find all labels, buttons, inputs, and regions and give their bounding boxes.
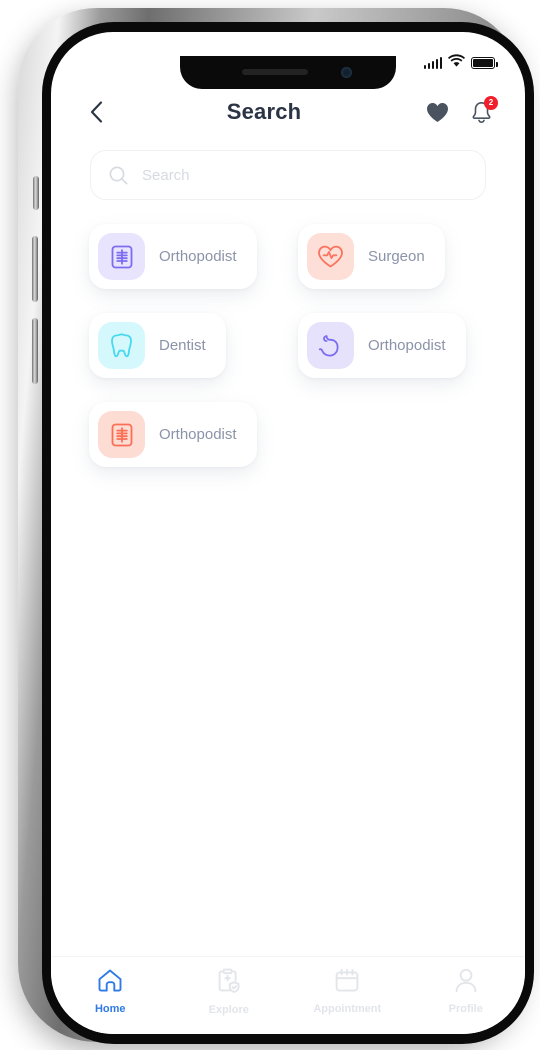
header-actions: 2	[423, 96, 498, 126]
xray-scan-icon	[98, 233, 145, 280]
category-label: Orthopodist	[159, 426, 237, 443]
page-title: Search	[226, 99, 302, 124]
category-cell: Orthopodist	[79, 402, 288, 491]
category-grid: Orthopodist Surgeon Dentist Orthopodist Orth…	[51, 224, 525, 491]
nav-label: Profile	[448, 1003, 483, 1015]
clipboard-shield-icon	[216, 968, 241, 999]
category-card[interactable]: Dentist	[89, 313, 226, 378]
xray-scan-icon	[98, 411, 145, 458]
chevron-left-icon	[90, 101, 102, 123]
category-label: Orthopodist	[159, 248, 237, 265]
nav-item-appointment[interactable]: Appointment	[288, 968, 407, 1015]
earpiece-speaker	[242, 69, 308, 75]
notification-button[interactable]: 2	[467, 96, 498, 126]
battery-full-icon	[471, 57, 498, 69]
volume-down-button[interactable]	[32, 318, 38, 384]
heart-filled-icon	[426, 102, 448, 122]
calendar-icon	[334, 968, 360, 998]
category-card[interactable]: Orthopodist	[298, 313, 466, 378]
favorite-button[interactable]	[423, 98, 451, 126]
nav-item-profile[interactable]: Profile	[407, 968, 526, 1015]
notification-badge: 2	[484, 96, 498, 110]
bottom-navigation: Home Explore Appointment Profile	[51, 956, 525, 1034]
category-label: Surgeon	[368, 248, 425, 265]
category-cell: Orthopodist	[288, 313, 497, 402]
person-icon	[454, 968, 478, 998]
volume-up-button[interactable]	[32, 236, 38, 302]
phone-screen: Search 2 Search Orthopodist Surgeon Dent…	[51, 32, 525, 1034]
category-card[interactable]: Surgeon	[298, 224, 445, 289]
nav-label: Home	[94, 1003, 126, 1015]
phone-frame: Search 2 Search Orthopodist Surgeon Dent…	[18, 8, 534, 1044]
heart-pulse-icon	[307, 233, 354, 280]
app-header: Search 2	[51, 84, 525, 140]
home-icon	[97, 968, 123, 998]
category-label: Dentist	[159, 337, 206, 354]
silence-switch[interactable]	[33, 176, 39, 210]
category-cell: Orthopodist	[79, 224, 288, 313]
search-input[interactable]	[142, 166, 467, 184]
category-cell: Surgeon	[288, 224, 497, 313]
nav-item-home[interactable]: Home	[51, 968, 170, 1015]
category-card[interactable]: Orthopodist	[89, 402, 257, 467]
search-icon	[109, 166, 128, 184]
nav-label: Explore	[208, 1004, 249, 1016]
category-card[interactable]: Orthopodist	[89, 224, 257, 289]
category-cell: Dentist	[79, 313, 288, 402]
search-bar[interactable]	[90, 150, 486, 200]
wifi-icon	[448, 54, 465, 72]
nav-item-explore[interactable]: Explore	[170, 968, 289, 1016]
nav-label: Appointment	[313, 1003, 382, 1015]
stomach-icon	[307, 322, 354, 369]
cellular-signal-icon	[423, 56, 442, 69]
tooth-icon	[98, 322, 145, 369]
front-camera	[341, 67, 352, 78]
category-label: Orthopodist	[368, 337, 446, 354]
device-notch	[180, 56, 396, 89]
